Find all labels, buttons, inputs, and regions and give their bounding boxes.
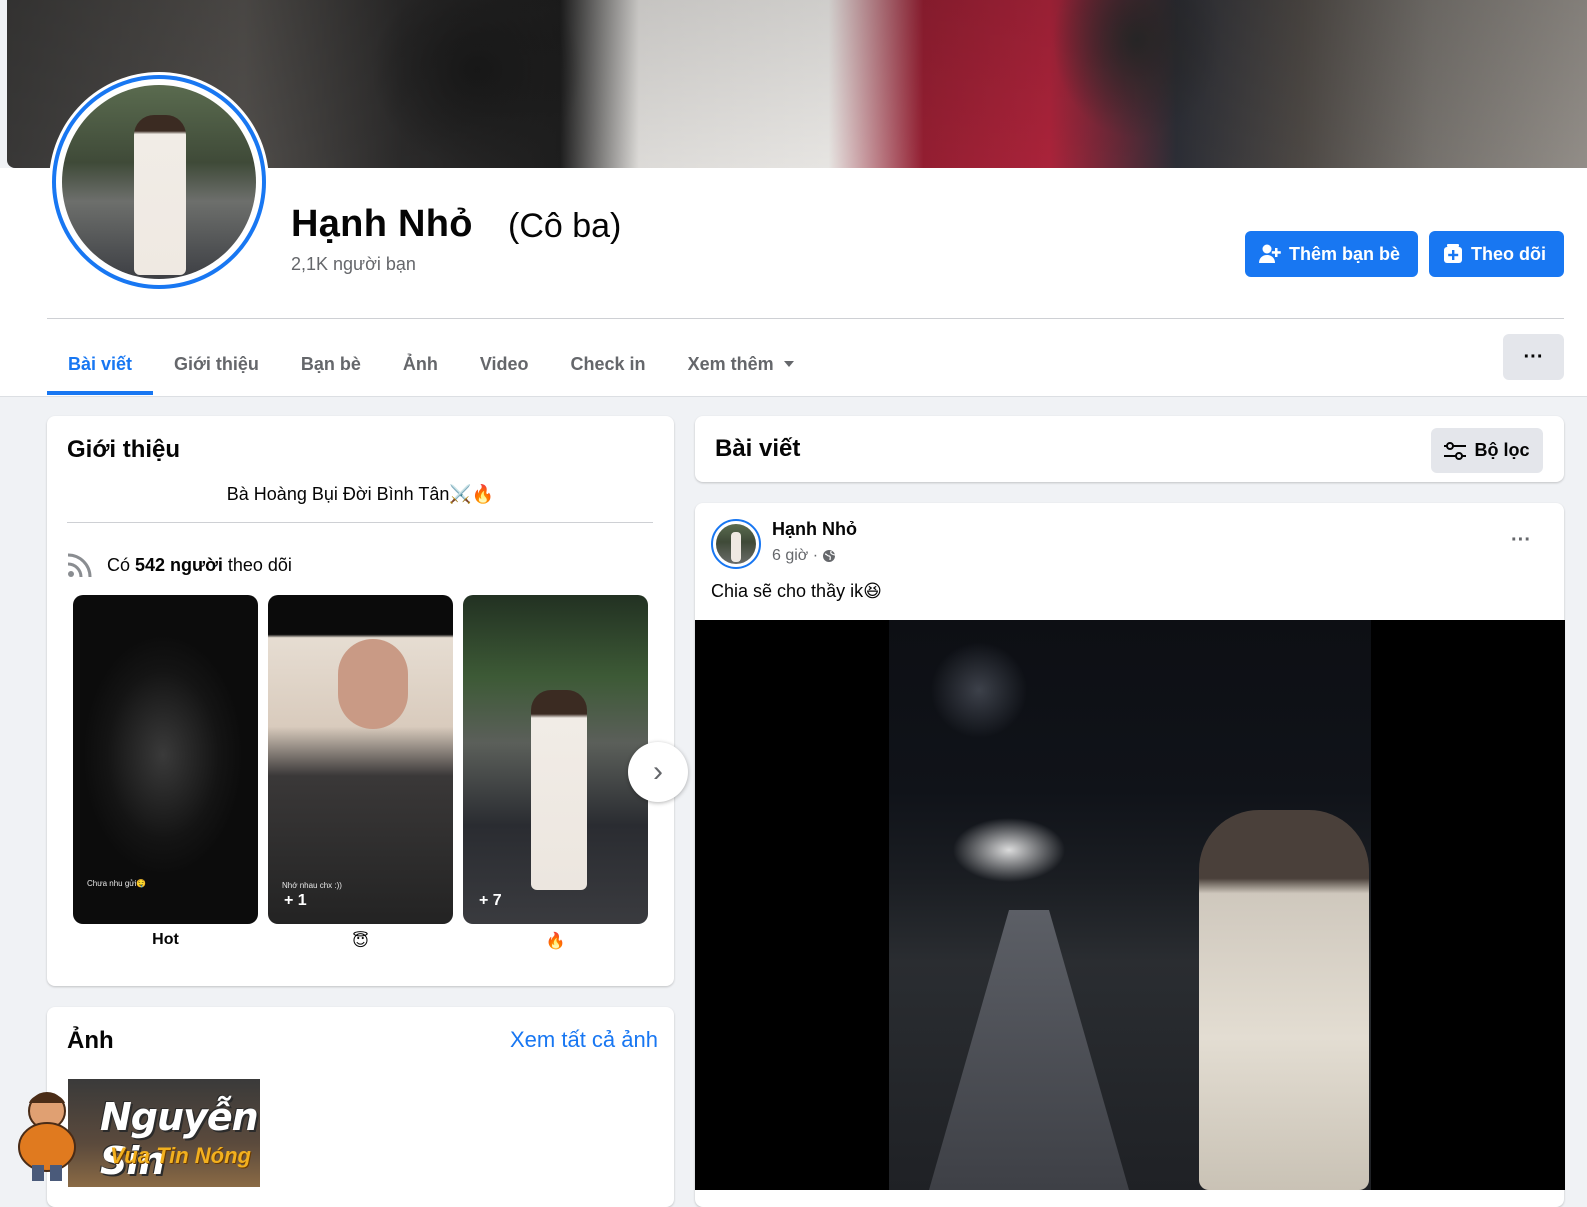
post-time-text: 6 giờ · (772, 547, 819, 564)
profile-more-button[interactable]: ··· (1503, 334, 1564, 380)
filter-label: Bộ lọc (1474, 440, 1530, 460)
posts-title: Bài viết (715, 435, 801, 462)
friends-count[interactable]: 2,1K người bạn (291, 254, 416, 275)
follow-icon (1444, 244, 1462, 263)
followers-prefix: Có (107, 554, 136, 575)
intro-title: Giới thiệu (67, 436, 181, 463)
follow-button[interactable]: Theo dõi (1429, 231, 1564, 277)
highlight-story[interactable]: Nhớ nhau chx :)) + 1 (268, 595, 453, 924)
intro-bio: Bà Hoàng Bụi Đời Bình Tân⚔️🔥 (226, 484, 495, 504)
chevron-right-icon: › (653, 755, 663, 788)
post-avatar-image (716, 524, 756, 564)
watermark-tagline: Vua Tin Nóng (110, 1143, 251, 1168)
video-person (1199, 810, 1369, 1190)
tab-photos[interactable]: Ảnh (382, 333, 459, 395)
highlight-caption[interactable]: Hot (73, 931, 258, 949)
header-divider (47, 318, 1564, 319)
watermark-logo: Nguyễn Sin Vua Tin Nóng (12, 1079, 262, 1187)
caret-down-icon (783, 361, 794, 367)
filter-button[interactable]: Bộ lọc (1431, 428, 1543, 473)
watermark-name: Nguyễn Sin (100, 1095, 259, 1183)
post-menu-button[interactable]: ··· (1511, 529, 1531, 552)
intro-divider (67, 522, 653, 523)
add-friend-icon (1259, 244, 1281, 263)
tab-more-label: Xem thêm (687, 353, 774, 374)
video-frame (889, 620, 1371, 1190)
post-timestamp[interactable]: 6 giờ · (772, 547, 836, 565)
tab-photos-label: Ảnh (402, 353, 438, 374)
highlight-story[interactable]: Chưa nhu gửi🤤 (73, 595, 258, 924)
avatar-image (62, 85, 256, 279)
highlight-story[interactable]: + 7 (463, 595, 648, 924)
avatar-figure (134, 115, 186, 275)
highlight-figure (531, 690, 587, 890)
tab-more[interactable]: Xem thêm (667, 333, 815, 395)
highlight-inner-text: Chưa nhu gửi🤤 (87, 879, 147, 888)
profile-alt-name: (Cô ba) (508, 207, 622, 245)
add-friend-label: Thêm bạn bè (1289, 243, 1401, 264)
profile-name: Hạnh Nhỏ (291, 203, 473, 245)
post-video[interactable] (695, 620, 1565, 1190)
tab-about[interactable]: Giới thiệu (153, 333, 280, 395)
highlight-caption[interactable]: 🔥 (463, 931, 648, 951)
profile-tabs: Bài viết Giới thiệu Bạn bè Ảnh Video Che… (47, 333, 815, 395)
followers-row: Có 542 người theo dõi (67, 552, 292, 578)
tab-friends-label: Bạn bè (300, 353, 361, 374)
intro-card: Giới thiệu Bà Hoàng Bụi Đời Bình Tân⚔️🔥 … (47, 416, 688, 986)
avatar-border (56, 79, 262, 285)
post-card: Hạnh Nhỏ 6 giờ · ··· Chia sẽ cho thầy ik… (695, 503, 1565, 1207)
tab-videos[interactable]: Video (459, 333, 550, 395)
followers-count[interactable]: 542 người (135, 555, 223, 575)
mascot-icon (18, 1092, 76, 1181)
posts-header-card: Bài viết Bộ lọc (695, 416, 1564, 482)
add-friend-button[interactable]: Thêm bạn bè (1245, 231, 1418, 277)
rss-followers-icon (67, 553, 92, 578)
tab-friends[interactable]: Bạn bè (280, 333, 382, 395)
profile-avatar[interactable] (49, 72, 269, 292)
followers-suffix: theo dõi (222, 554, 292, 575)
highlight-caption[interactable]: 😇 (268, 931, 453, 951)
next-highlights-button[interactable]: › (628, 742, 688, 802)
post-author-avatar[interactable] (711, 519, 761, 569)
filter-sliders-icon (1444, 441, 1467, 460)
post-avatar-figure (731, 532, 741, 562)
post-text: Chia sẽ cho thầy ik😆 (711, 581, 882, 601)
highlight-face (338, 639, 408, 729)
post-author-name[interactable]: Hạnh Nhỏ (772, 519, 857, 540)
globe-icon (823, 550, 836, 562)
highlight-inner-text: Nhớ nhau chx :)) (282, 881, 342, 890)
followers-text: Có 542 người theo dõi (107, 555, 292, 576)
tab-posts[interactable]: Bài viết (47, 333, 154, 395)
see-all-photos-link[interactable]: Xem tất cả ảnh (510, 1027, 658, 1053)
highlight-count-badge: + 1 (284, 892, 307, 909)
story-ring (52, 75, 266, 289)
tab-videos-label: Video (479, 353, 529, 374)
highlight-count-badge: + 7 (479, 892, 502, 909)
tab-about-label: Giới thiệu (174, 353, 259, 374)
tab-check-ins-label: Check in (570, 353, 646, 374)
photos-title: Ảnh (67, 1027, 114, 1054)
more-dots-icon: ··· (1523, 345, 1544, 368)
tab-posts-label: Bài viết (68, 353, 133, 374)
tab-check-ins[interactable]: Check in (550, 333, 667, 395)
follow-label: Theo dõi (1471, 243, 1546, 264)
video-road (929, 910, 1129, 1190)
